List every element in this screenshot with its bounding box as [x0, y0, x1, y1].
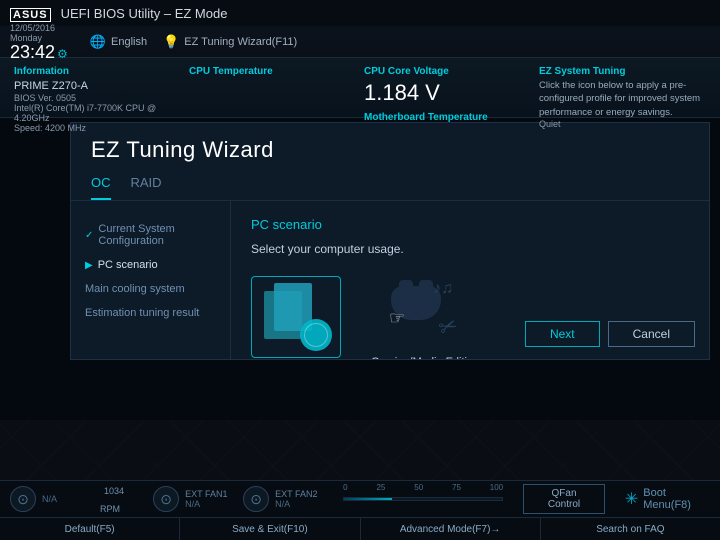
bios-title: UEFI BIOS Utility – EZ Mode [61, 6, 228, 21]
scissors-icon: ✂ [435, 312, 461, 343]
tuning-wizard-btn[interactable]: 💡 EZ Tuning Wizard(F11) [163, 34, 297, 50]
gaming-editing-icon: ♪♫ ✂ [389, 278, 461, 346]
ez-system-sub: Quiet [539, 119, 706, 129]
wizard-tabs: OC RAID [71, 171, 709, 201]
cpu-voltage-value: 1.184 V [364, 79, 531, 108]
fan-bar: ⊙ N/A 1034 RPM ⊙ EXT FAN1 N/A ⊙ EXT FAN2… [0, 481, 720, 517]
func-search[interactable]: Search on FAQ [541, 518, 720, 540]
tab-raid[interactable]: RAID [131, 171, 162, 200]
globe-shape [300, 319, 332, 351]
tab-oc[interactable]: OC [91, 171, 111, 200]
ext-fan1-item: ⊙ EXT FAN1 N/A [153, 486, 233, 512]
ext-fan2-item: ⊙ EXT FAN2 N/A [243, 486, 323, 512]
func-default[interactable]: Default(F5) [0, 518, 180, 540]
ez-system-label: EZ System Tuning [539, 66, 706, 77]
cancel-button[interactable]: Cancel [608, 321, 695, 347]
main-area: EZ Tuning Wizard OC RAID ✓ Current Syste… [0, 118, 720, 420]
cpu-fan-icon: ⊙ [10, 486, 36, 512]
date-text: 12/05/2016 Monday [10, 23, 68, 43]
wizard-dialog: EZ Tuning Wizard OC RAID ✓ Current Syste… [70, 122, 710, 360]
ext-fan2-icon: ⊙ [243, 486, 269, 512]
wizard-buttons: Next Cancel [525, 321, 695, 347]
next-button[interactable]: Next [525, 321, 600, 347]
ext-fan2-label: EXT FAN2 [275, 489, 317, 499]
content-description: Select your computer usage. [251, 242, 689, 256]
cpu-speed: Speed: 4200 MHz [14, 123, 181, 133]
cpu-voltage-label: CPU Core Voltage [364, 66, 531, 77]
sidebar-item-pc-scenario[interactable]: ▶ PC scenario [71, 253, 230, 277]
func-advanced[interactable]: Advanced Mode(F7)→ [361, 518, 541, 540]
cpu-info: Intel(R) Core(TM) i7-7700K CPU @ 4.20GHz [14, 103, 181, 123]
bios-version: BIOS Ver. 0505 [14, 93, 181, 103]
board-name: PRIME Z270-A [14, 79, 181, 93]
music-notes-icon: ♪♫ [433, 280, 453, 298]
cpu-fan-item: ⊙ N/A [10, 486, 90, 512]
daily-icon-area [256, 281, 336, 353]
header-bottom: 12/05/2016 Monday 23:42⚙ 🌐 English 💡 EZ … [0, 26, 720, 58]
globe-icon: 🌐 [90, 34, 106, 50]
sidebar-item-main-cooling[interactable]: Main cooling system [71, 277, 230, 301]
fan-speed-fill [344, 498, 391, 500]
gaming-label: Gaming/Media Editing [371, 356, 479, 359]
gaming-icon-area: ♪♫ ✂ [385, 276, 465, 348]
ext-fan2-value: N/A [275, 499, 317, 509]
option-gaming[interactable]: ♪♫ ✂ Gaming/Media Editing [371, 276, 479, 359]
asus-logo: ASUS [10, 6, 51, 21]
lightbulb-icon: 💡 [163, 34, 179, 50]
daily-icon-wrapper [251, 276, 341, 358]
fan-speed-labels: 0255075100 [343, 483, 503, 492]
ext-fan1-label: EXT FAN1 [185, 489, 227, 499]
ez-system-desc: Click the icon below to apply a pre-conf… [539, 79, 706, 119]
info-section-voltage: CPU Core Voltage 1.184 V Motherboard Tem… [360, 64, 535, 135]
mb-temp-label: Motherboard Temperature [364, 112, 531, 123]
info-section-system: Information PRIME Z270-A BIOS Ver. 0505 … [10, 64, 185, 135]
header: ASUS UEFI BIOS Utility – EZ Mode 12/05/2… [0, 0, 720, 58]
fan-speed-track: 0255075100 [343, 497, 503, 501]
status-bar: ⊙ N/A 1034 RPM ⊙ EXT FAN1 N/A ⊙ EXT FAN2… [0, 480, 720, 540]
language-selector[interactable]: 🌐 English [90, 34, 147, 50]
func-save-exit[interactable]: Save & Exit(F10) [180, 518, 360, 540]
func-bar: Default(F5) Save & Exit(F10) Advanced Mo… [0, 517, 720, 540]
option-daily[interactable]: Daily Computing [251, 276, 341, 359]
fan-speed-bar [343, 497, 503, 501]
fan-rpm-value: 1034 RPM [100, 481, 143, 517]
info-section-cpu-temp: CPU Temperature [185, 64, 360, 135]
datetime-block: 12/05/2016 Monday 23:42⚙ [10, 23, 68, 61]
qfan-control-button[interactable]: QFan Control [523, 484, 605, 514]
header-top: ASUS UEFI BIOS Utility – EZ Mode [0, 0, 720, 26]
daily-computing-icon [260, 283, 332, 351]
section-title: PC scenario [251, 217, 689, 232]
boot-icon: ✳ [625, 489, 638, 509]
cpu-fan-na: N/A [42, 494, 57, 504]
check-icon: ✓ [85, 230, 93, 241]
header-nav: 🌐 English 💡 EZ Tuning Wizard(F11) [90, 34, 297, 50]
wizard-sidebar: ✓ Current System Configuration ▶ PC scen… [71, 201, 231, 359]
arrow-icon: ▶ [85, 260, 93, 271]
cpu-temp-label: CPU Temperature [189, 66, 356, 77]
ext-fan1-icon: ⊙ [153, 486, 179, 512]
info-label-information: Information [14, 66, 181, 77]
sidebar-item-estimation[interactable]: Estimation tuning result [71, 301, 230, 325]
boot-menu-button[interactable]: ✳ Boot Menu(F8) [625, 487, 710, 511]
sidebar-item-current-config[interactable]: ✓ Current System Configuration [71, 217, 230, 253]
info-bar: Information PRIME Z270-A BIOS Ver. 0505 … [0, 58, 720, 118]
ext-fan1-value: N/A [185, 499, 227, 509]
info-section-ez-system: EZ System Tuning Click the icon below to… [535, 64, 710, 135]
